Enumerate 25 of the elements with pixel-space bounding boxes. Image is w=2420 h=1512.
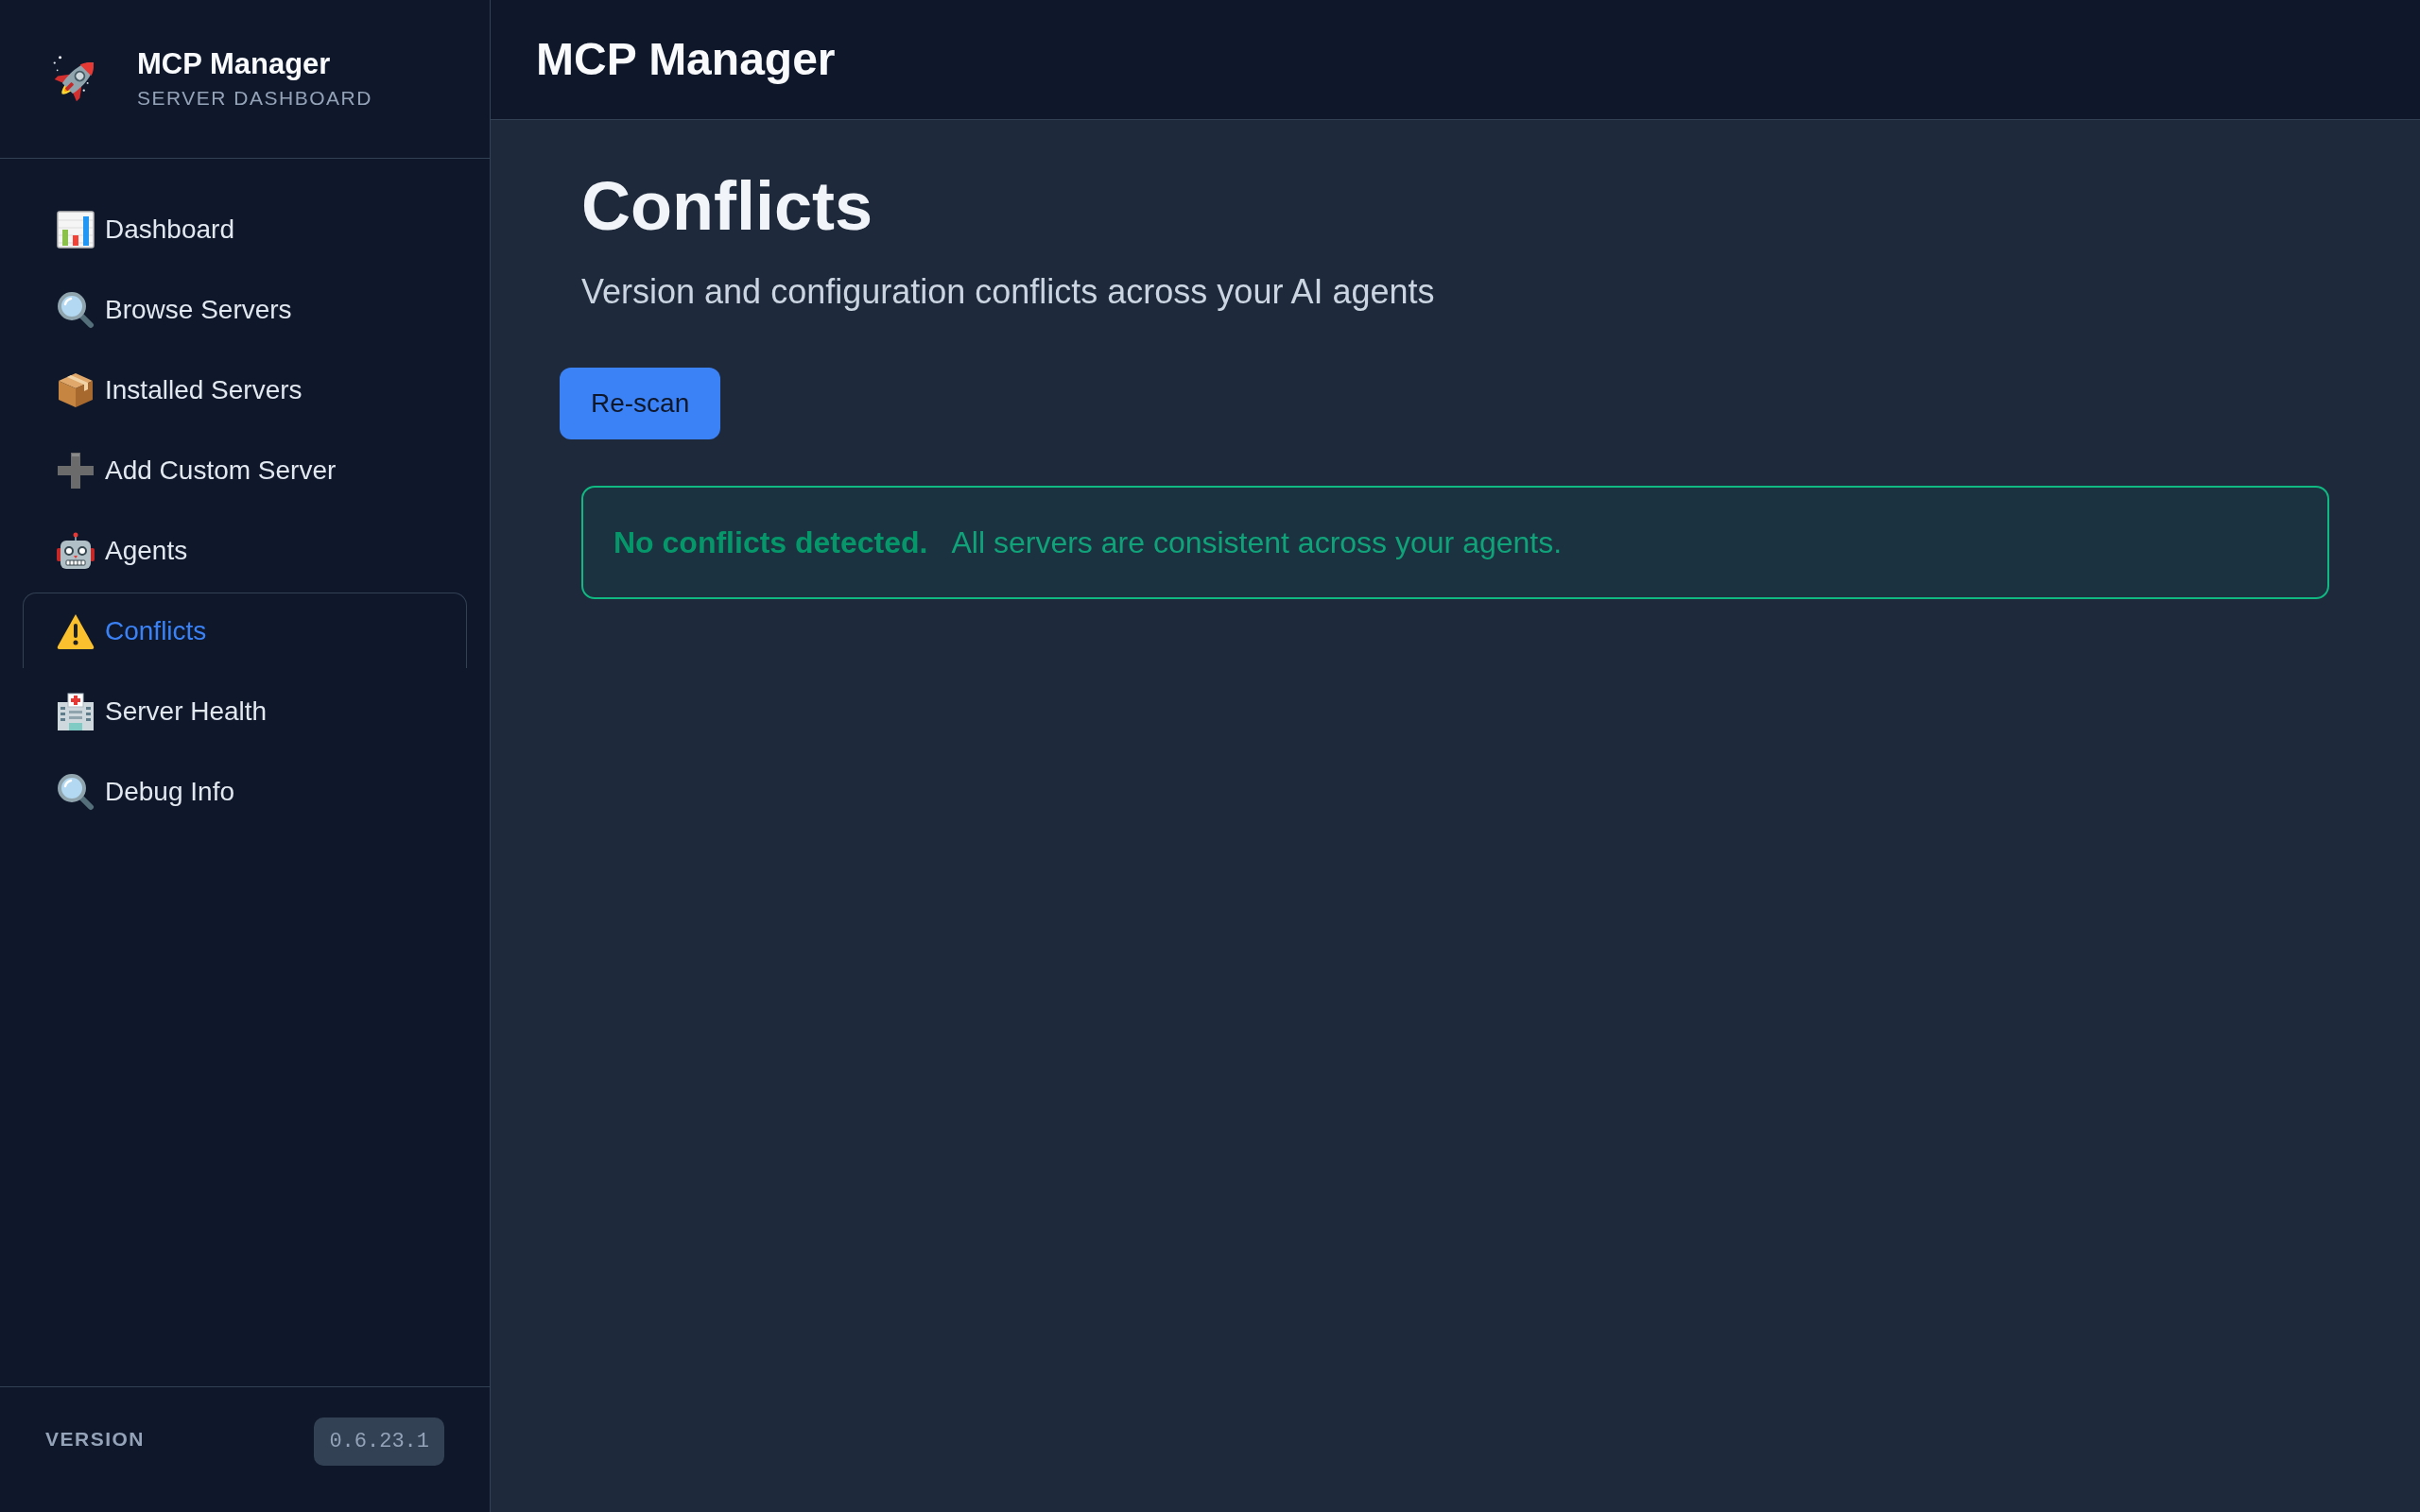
alert-title: No conflicts detected. bbox=[614, 524, 928, 561]
hospital-icon bbox=[57, 692, 95, 730]
search-icon bbox=[57, 290, 95, 329]
page-subtitle: Version and configuration conflicts across your AI agents bbox=[581, 271, 1436, 313]
version-badge: 0.6.23.1 bbox=[314, 1418, 444, 1466]
nav-item[interactable]: Dashboard bbox=[23, 191, 467, 266]
page-title: Conflicts bbox=[581, 172, 873, 240]
app-title: MCP Manager bbox=[137, 46, 332, 82]
nav-item[interactable]: Browse Servers bbox=[23, 271, 467, 347]
alert-message: All servers are consistent across your agents. bbox=[951, 524, 1563, 561]
header-title: MCP Manager bbox=[536, 33, 836, 86]
nav-item[interactable]: Installed Servers bbox=[23, 352, 467, 427]
rescan-button[interactable]: Re-scan bbox=[560, 368, 721, 439]
bar-chart-icon bbox=[57, 210, 95, 249]
plus-icon bbox=[57, 451, 95, 490]
nav-item[interactable]: Debug Info bbox=[23, 753, 467, 829]
nav-item[interactable]: Add Custom Server bbox=[23, 432, 467, 507]
robot-icon bbox=[57, 531, 95, 570]
app-subtitle: SERVER DASHBOARD bbox=[137, 86, 372, 111]
nav-item[interactable]: Server Health bbox=[23, 673, 467, 748]
version-label: VERSION bbox=[45, 1427, 146, 1452]
package-icon bbox=[57, 370, 95, 409]
nav-item[interactable]: Conflicts bbox=[23, 593, 467, 668]
search-icon bbox=[57, 772, 95, 811]
nav-item[interactable]: Agents bbox=[23, 512, 467, 588]
